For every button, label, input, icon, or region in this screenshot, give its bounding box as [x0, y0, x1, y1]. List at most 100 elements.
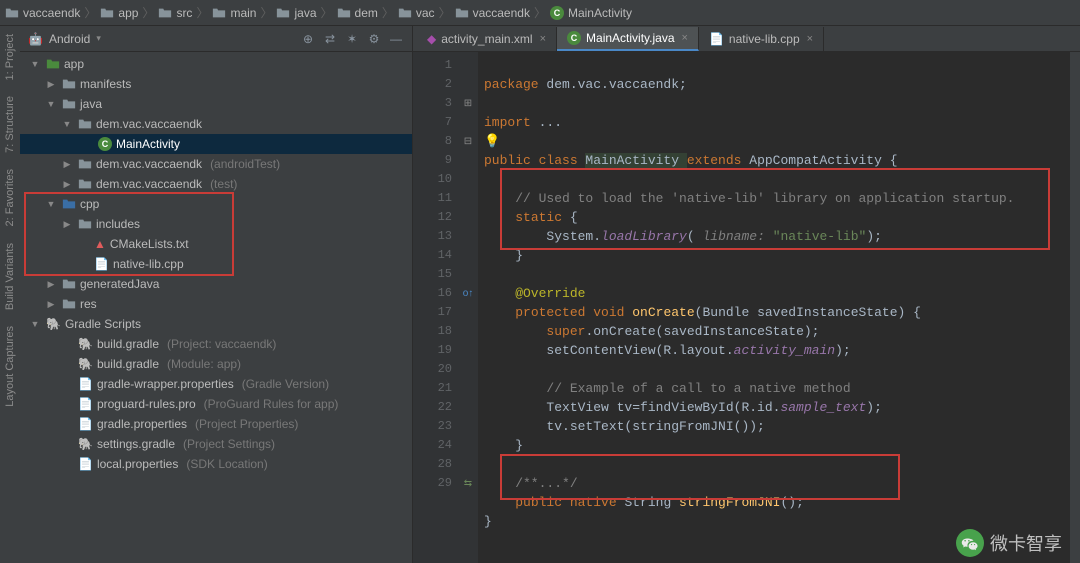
xml-file-icon: ◆: [427, 32, 436, 46]
close-icon[interactable]: ×: [540, 33, 546, 45]
project-mode[interactable]: Android: [49, 32, 90, 46]
crumb-0[interactable]: vaccaendk: [5, 6, 80, 20]
tree-gp[interactable]: 📄gradle.properties(Project Properties): [20, 414, 412, 434]
crumb-7[interactable]: vaccaendk: [455, 6, 530, 20]
gradle-icon: 🐘: [46, 317, 61, 331]
class-icon: C: [567, 31, 581, 45]
code-editor[interactable]: package dem.vac.vaccaendk; import ... 💡 …: [478, 52, 1080, 563]
dropdown-arrow-icon[interactable]: ▾: [96, 33, 101, 44]
gradle-icon: 🐘: [78, 357, 93, 371]
tree-cmake[interactable]: ▲CMakeLists.txt: [20, 234, 412, 254]
tree-bg-project[interactable]: 🐘build.gradle(Project: vaccaendk): [20, 334, 412, 354]
crumb-2[interactable]: src: [158, 6, 192, 20]
side-tool-rail: 1: Project 7: Structure 2: Favorites Bui…: [0, 26, 20, 563]
tree-app[interactable]: ▼app: [20, 54, 412, 74]
folder-icon: [158, 6, 172, 20]
folder-icon: [62, 297, 76, 311]
properties-icon: 📄: [78, 377, 93, 391]
editor-body[interactable]: 1237891011121314151617181920212223242829…: [413, 52, 1080, 563]
tree-pkg-main[interactable]: ▼dem.vac.vaccaendk: [20, 114, 412, 134]
proguard-icon: 📄: [78, 397, 93, 411]
vertical-scrollbar[interactable]: [1070, 52, 1080, 563]
tree-bg-module[interactable]: 🐘build.gradle(Module: app): [20, 354, 412, 374]
folder-icon: [455, 6, 469, 20]
native-icon[interactable]: ⇆: [458, 474, 478, 493]
override-icon[interactable]: o↑: [458, 284, 478, 303]
folder-icon: [62, 97, 76, 111]
tree-pgr[interactable]: 📄proguard-rules.pro(ProGuard Rules for a…: [20, 394, 412, 414]
class-icon: C: [550, 6, 564, 20]
gradle-icon: 🐘: [78, 437, 93, 451]
crumb-8[interactable]: CMainActivity: [550, 6, 632, 20]
gutter-icon-column: ⊞ ⊟ o↑ ⇆: [458, 52, 478, 563]
android-icon: 🤖: [28, 32, 43, 46]
folder-icon: [62, 77, 76, 91]
tree-gradle-scripts[interactable]: ▼🐘Gradle Scripts: [20, 314, 412, 334]
package-icon: [78, 117, 92, 131]
tree-sg[interactable]: 🐘settings.gradle(Project Settings): [20, 434, 412, 454]
tree-gwp[interactable]: 📄gradle-wrapper.properties(Gradle Versio…: [20, 374, 412, 394]
class-icon: C: [98, 137, 112, 151]
tree-mainactivity[interactable]: CMainActivity: [20, 134, 412, 154]
gradle-icon: 🐘: [78, 337, 93, 351]
tree-manifests[interactable]: ▶manifests: [20, 74, 412, 94]
breadcrumb-bar: vaccaendk 〉 app 〉 src 〉 main 〉 java 〉 de…: [0, 0, 1080, 26]
tree-java[interactable]: ▼java: [20, 94, 412, 114]
tab-nativelib[interactable]: 📄native-lib.cpp×: [699, 27, 824, 51]
crumb-3[interactable]: main: [212, 6, 256, 20]
close-icon[interactable]: ×: [807, 33, 813, 45]
folder-icon: [100, 6, 114, 20]
settings-icon[interactable]: ⚙: [366, 31, 382, 47]
expand-icon[interactable]: ⇄: [322, 31, 338, 47]
crumb-1[interactable]: app: [100, 6, 138, 20]
fold-icon[interactable]: ⊟: [458, 132, 478, 151]
locate-icon[interactable]: ⊕: [300, 31, 316, 47]
crumb-sep: 〉: [84, 4, 96, 21]
tree-pkg-test[interactable]: ▶dem.vac.vaccaendk(test): [20, 174, 412, 194]
module-icon: [46, 57, 60, 71]
side-tab-project[interactable]: 1: Project: [2, 26, 18, 88]
fold-icon[interactable]: ⊞: [458, 94, 478, 113]
cpp-file-icon: 📄: [94, 257, 109, 271]
crumb-4[interactable]: java: [276, 6, 316, 20]
editor-tab-bar: ◆activity_main.xml× CMainActivity.java× …: [413, 26, 1080, 52]
crumb-5[interactable]: dem: [337, 6, 378, 20]
tree-includes[interactable]: ▶includes: [20, 214, 412, 234]
tree-lp[interactable]: 📄local.properties(SDK Location): [20, 454, 412, 474]
project-panel: 🤖 Android ▾ ⊕ ⇄ ✶ ⚙ — ▼app ▶manifests ▼j…: [20, 26, 413, 563]
package-icon: [78, 157, 92, 171]
side-tab-layout-captures[interactable]: Layout Captures: [2, 318, 18, 415]
folder-icon: [398, 6, 412, 20]
folder-icon: [62, 197, 76, 211]
folder-icon: [5, 6, 19, 20]
properties-icon: 📄: [78, 457, 93, 471]
crumb-6[interactable]: vac: [398, 6, 435, 20]
collapse-icon[interactable]: ✶: [344, 31, 360, 47]
cpp-file-icon: 📄: [709, 32, 724, 46]
tree-res[interactable]: ▶res: [20, 294, 412, 314]
folder-icon: [212, 6, 226, 20]
package-icon: [78, 177, 92, 191]
folder-icon: [78, 217, 92, 231]
tab-activity-main[interactable]: ◆activity_main.xml×: [417, 27, 557, 51]
watermark: 微卡智享: [956, 529, 1062, 557]
project-panel-header: 🤖 Android ▾ ⊕ ⇄ ✶ ⚙ —: [20, 26, 412, 52]
wechat-icon: [956, 529, 984, 557]
folder-icon: [276, 6, 290, 20]
side-tab-structure[interactable]: 7: Structure: [2, 88, 18, 161]
side-tab-favorites[interactable]: 2: Favorites: [2, 161, 18, 234]
tree-generated[interactable]: ▶generatedJava: [20, 274, 412, 294]
side-tab-build-variants[interactable]: Build Variants: [2, 235, 18, 318]
tree-cpp[interactable]: ▼cpp: [20, 194, 412, 214]
folder-icon: [337, 6, 351, 20]
editor-area: ◆activity_main.xml× CMainActivity.java× …: [413, 26, 1080, 563]
properties-icon: 📄: [78, 417, 93, 431]
tree-nativelib[interactable]: 📄native-lib.cpp: [20, 254, 412, 274]
hide-panel-icon[interactable]: —: [388, 31, 404, 47]
tab-mainactivity[interactable]: CMainActivity.java×: [557, 27, 699, 51]
tree-pkg-androidtest[interactable]: ▶dem.vac.vaccaendk(androidTest): [20, 154, 412, 174]
project-tree[interactable]: ▼app ▶manifests ▼java ▼dem.vac.vaccaendk…: [20, 52, 412, 563]
close-icon[interactable]: ×: [682, 32, 688, 44]
folder-icon: [62, 277, 76, 291]
cmake-icon: ▲: [94, 237, 106, 251]
